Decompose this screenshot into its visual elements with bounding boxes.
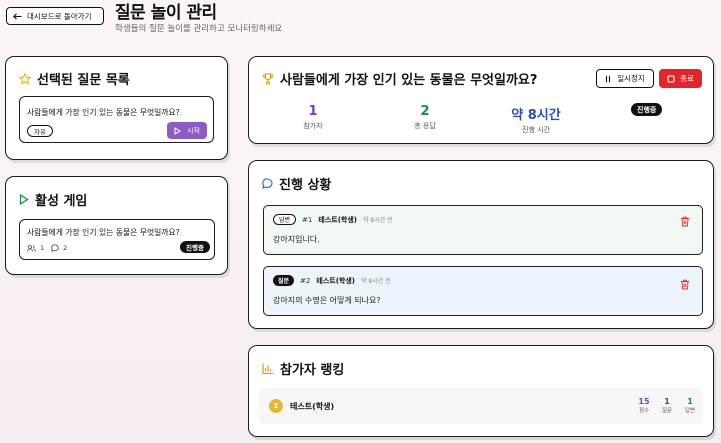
stat-elapsed-time: 약 8시간 진행 시간: [491, 104, 581, 135]
start-button-label: 시작: [187, 126, 200, 135]
play-icon: [174, 126, 182, 135]
message-header: 질문 #2 테스트(학생) 약 8시간 전: [273, 275, 391, 286]
message-text: 강아지입니다.: [273, 235, 320, 244]
stat-label: 참가자: [303, 122, 323, 130]
message-item: 질문 #2 테스트(학생) 약 8시간 전 강아지의 수명은 어떻게 되나요?: [263, 266, 703, 316]
back-to-dashboard-button[interactable]: 대시보드로 돌아가기: [6, 7, 104, 25]
active-games-card: 활성 게임 사람들에게 가장 인기 있는 동물은 무엇일까요? 1 2 진행중: [5, 176, 228, 275]
ranking-row: 1 테스트(학생) 15 점수 1 질문 1 답변: [259, 388, 703, 424]
end-button[interactable]: 종료: [659, 69, 702, 88]
selected-questions-header: 선택된 질문 목록: [19, 69, 130, 88]
message-text: 강아지의 수명은 어떻게 되나요?: [273, 296, 381, 305]
stat-label: 진행 시간: [522, 126, 550, 134]
pause-button[interactable]: 일시정지: [596, 69, 654, 88]
rank-stat-value: 15: [638, 397, 650, 406]
star-icon: [19, 72, 31, 85]
rank-answers: 1 답변: [679, 397, 701, 414]
message-type-badge: 답변: [273, 214, 297, 225]
message-icon: [51, 244, 59, 252]
selected-questions-card: 선택된 질문 목록 사람들에게 가장 인기 있는 동물은 무엇일까요? 자유 시…: [5, 56, 228, 160]
rank-score: 15 점수: [633, 397, 655, 414]
message-number: #2: [300, 276, 311, 285]
arrow-left-icon: [13, 12, 22, 20]
selected-questions-title: 선택된 질문 목록: [37, 73, 130, 88]
users-icon: [27, 244, 36, 252]
back-button-label: 대시보드로 돌아가기: [27, 11, 92, 21]
game-status-badge: 진행중: [631, 103, 663, 116]
bar-chart-icon: [262, 363, 274, 374]
rank-stat-label: 질문: [661, 408, 673, 414]
message-time: 약 8시간 전: [362, 217, 393, 224]
progress-header: 진행 상황: [262, 174, 331, 193]
ranking-title: 참가자 랭킹: [280, 363, 345, 378]
pause-icon: [606, 75, 611, 82]
play-icon: [19, 194, 29, 205]
ranking-card: 참가자 랭킹 1 테스트(학생) 15 점수 1 질문 1 답변: [248, 345, 714, 437]
active-games-header: 활성 게임: [19, 190, 87, 209]
message-author: 테스트(학생): [316, 276, 355, 285]
stat-total-responses: 2 총 응답: [380, 104, 470, 131]
game-title: 사람들에게 가장 인기 있는 동물은 무엇일까요?: [280, 73, 538, 88]
active-games-title: 활성 게임: [35, 194, 88, 209]
pause-button-label: 일시정지: [617, 74, 645, 83]
rank-stat-label: 답변: [684, 408, 696, 414]
rank-questions: 1 질문: [656, 397, 678, 414]
rank-stat-label: 점수: [638, 408, 650, 414]
page-title: 질문 놀이 관리: [115, 3, 217, 23]
active-game-meta: 1 2: [27, 244, 67, 252]
rank-stat-value: 1: [664, 397, 670, 406]
active-status-badge: 진행중: [180, 241, 210, 253]
rank-badge: 1: [269, 399, 283, 413]
start-button[interactable]: 시작: [167, 122, 207, 139]
ranking-header: 참가자 랭킹: [262, 359, 344, 378]
active-game-item[interactable]: 사람들에게 가장 인기 있는 동물은 무엇일까요? 1 2 진행중: [19, 219, 215, 260]
progress-card: 진행 상황 답변 #1 테스트(학생) 약 8시간 전 강아지입니다. 질문 #…: [248, 160, 714, 329]
stat-participants: 1 참가자: [268, 104, 358, 131]
stat-label: 총 응답: [414, 122, 436, 130]
message-number: #1: [302, 215, 313, 224]
message-time: 약 8시간 전: [360, 278, 391, 285]
rank-stat-value: 1: [687, 397, 693, 406]
game-info-card: 사람들에게 가장 인기 있는 동물은 무엇일까요? 일시정지 종료 1 참가자 …: [248, 56, 714, 144]
question-type-badge: 자유: [27, 125, 53, 137]
end-button-label: 종료: [680, 74, 694, 83]
selected-question-text: 사람들에게 가장 인기 있는 동물은 무엇일까요?: [27, 108, 180, 117]
message-header: 답변 #1 테스트(학생) 약 8시간 전: [273, 214, 393, 225]
page-subtitle: 학생들의 질문 놀이를 관리하고 모니터링하세요: [115, 24, 283, 34]
message-item: 답변 #1 테스트(학생) 약 8시간 전 강아지입니다.: [263, 205, 703, 255]
message-count: 2: [63, 244, 68, 252]
ranking-name: 테스트(학생): [290, 402, 335, 411]
message-author: 테스트(학생): [318, 215, 357, 224]
participant-count: 1: [40, 244, 45, 252]
chat-bubble-icon: [262, 178, 273, 189]
stat-value: 2: [420, 104, 430, 119]
selected-question-item[interactable]: 사람들에게 가장 인기 있는 동물은 무엇일까요? 자유 시작: [19, 96, 214, 143]
trash-icon[interactable]: [680, 216, 690, 227]
progress-title: 진행 상황: [279, 178, 332, 193]
message-type-badge: 질문: [273, 275, 295, 286]
trophy-icon: [262, 72, 274, 84]
stat-value: 약 8시간: [511, 108, 561, 123]
stat-value: 1: [308, 104, 318, 119]
stop-icon: [667, 74, 675, 83]
game-header: 사람들에게 가장 인기 있는 동물은 무엇일까요?: [262, 69, 537, 88]
trash-icon[interactable]: [680, 279, 690, 290]
active-game-question: 사람들에게 가장 인기 있는 동물은 무엇일까요?: [27, 228, 180, 237]
